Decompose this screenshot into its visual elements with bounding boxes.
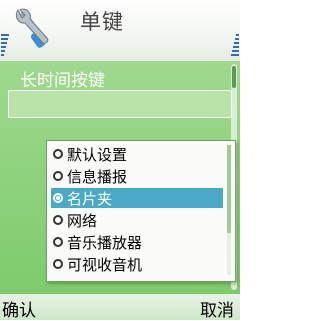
radio-icon [53,237,63,247]
radio-icon [53,171,63,181]
page-title: 单键 [80,10,124,34]
option-label: 可视收音机 [67,255,143,274]
option-item-default[interactable]: 默认设置 [51,144,223,164]
option-item-network[interactable]: 网络 [51,210,223,230]
title-bar: 单键 [0,0,240,61]
option-label: 音乐播放器 [67,233,143,252]
radio-selected-icon [53,193,63,203]
option-popup: 默认设置 信息播报 名片夹 网络 音乐播放器 可视收音机 [46,140,236,282]
option-label: 信息播报 [67,167,128,186]
setting-label: 长时间按键 [20,71,105,91]
softkey-bar: 确认 取消 [0,294,240,321]
option-label: 网络 [67,211,98,230]
confirm-softkey[interactable]: 确认 [2,296,36,321]
radio-icon [53,215,63,225]
main-scrollbar-thumb[interactable] [232,66,236,88]
radio-icon [53,149,63,159]
cancel-softkey[interactable]: 取消 [200,296,234,321]
popup-scrollbar-thumb[interactable] [227,145,231,233]
option-label: 默认设置 [67,145,128,164]
option-item-info-broadcast[interactable]: 信息播报 [51,166,223,186]
option-label: 名片夹 [67,189,113,208]
battery-level-icon [231,34,239,58]
radio-icon [53,259,63,269]
signal-strength-icon [1,34,9,58]
option-item-visual-radio[interactable]: 可视收音机 [51,254,223,274]
wrench-screwdriver-icon [15,8,49,48]
option-item-music-player[interactable]: 音乐播放器 [51,232,223,252]
setting-value-field[interactable] [8,90,232,118]
option-item-contacts[interactable]: 名片夹 [51,188,223,208]
